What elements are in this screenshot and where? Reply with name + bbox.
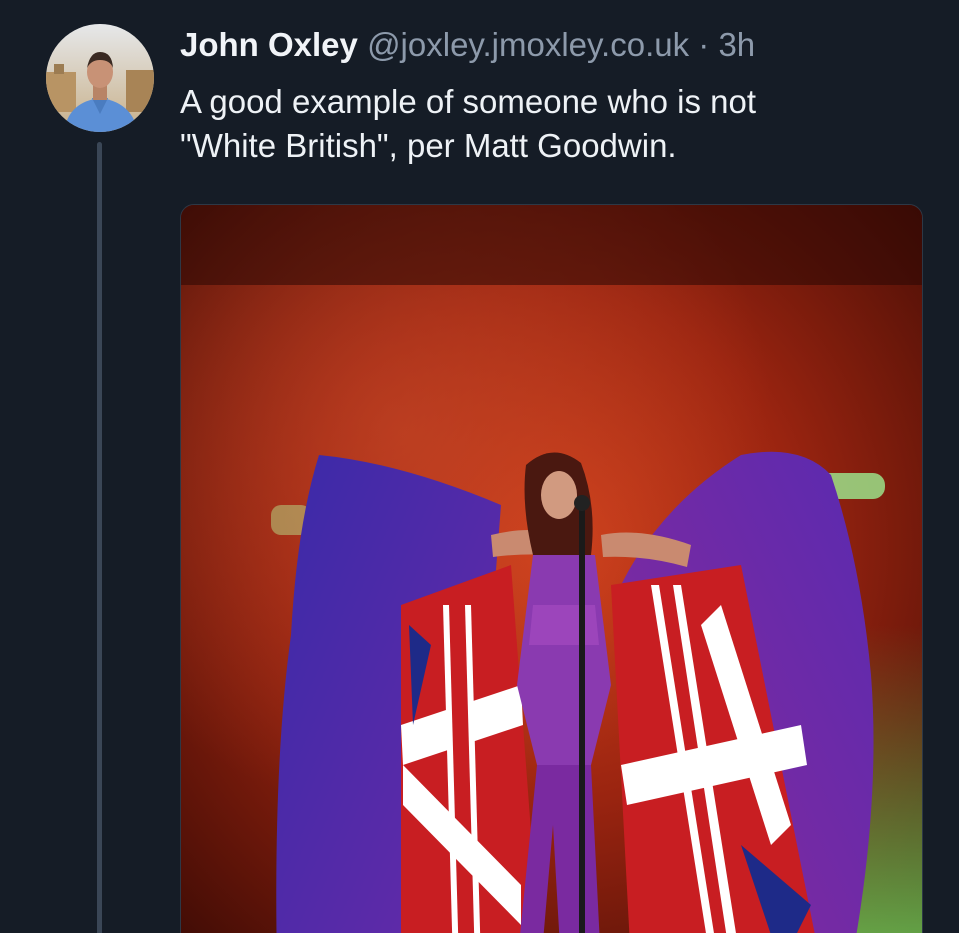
concert-photo	[181, 205, 922, 933]
separator: ·	[698, 26, 710, 63]
author-avatar[interactable]	[46, 24, 154, 132]
profile-photo-icon	[46, 24, 154, 132]
post-image[interactable]	[180, 204, 923, 933]
post[interactable]: John Oxley @joxley.jmoxley.co.uk · 3h A …	[0, 0, 959, 933]
post-header: John Oxley @joxley.jmoxley.co.uk · 3h	[180, 24, 755, 66]
post-timestamp[interactable]: 3h	[718, 26, 755, 63]
thread-line	[97, 142, 102, 933]
author-name[interactable]: John Oxley	[180, 26, 358, 63]
post-text-line: A good example of someone who is not	[180, 83, 757, 120]
post-text-line: "White British", per Matt Goodwin.	[180, 127, 677, 164]
author-handle[interactable]: @joxley.jmoxley.co.uk	[367, 26, 689, 63]
post-text: A good example of someone who is not "Wh…	[180, 80, 920, 168]
